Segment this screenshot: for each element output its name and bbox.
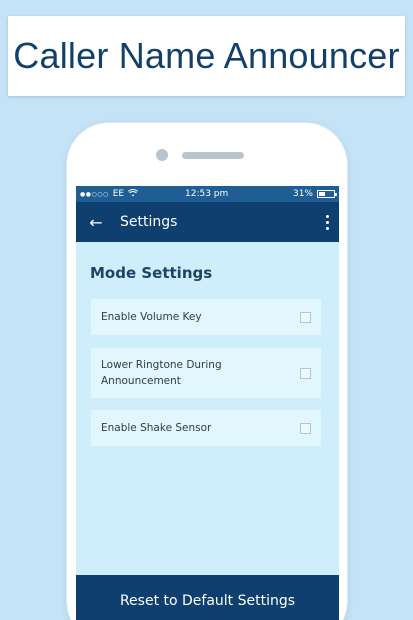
lower-ringtone-checkbox[interactable] — [300, 367, 311, 379]
setting-label: Enable Shake Sensor — [101, 422, 212, 434]
section-title: Mode Settings — [90, 264, 213, 282]
signal-icon: ●●○○○ — [80, 190, 109, 198]
setting-lower-ringtone[interactable]: Lower Ringtone During Announcement — [90, 347, 322, 399]
status-time: 12:53 pm — [185, 189, 229, 199]
setting-enable-shake-sensor[interactable]: Enable Shake Sensor — [90, 409, 322, 447]
status-bar: ●●○○○ EE 12:53 pm 31% — [76, 186, 339, 202]
battery-percent: 31% — [292, 189, 313, 199]
reset-defaults-button[interactable]: Reset to Default Settings — [76, 575, 339, 620]
camera-icon — [156, 149, 168, 161]
carrier-name: EE — [112, 189, 125, 199]
speaker-grille — [182, 152, 244, 159]
setting-enable-volume-key[interactable]: Enable Volume Key — [90, 298, 322, 336]
banner: Caller Name Announcer — [8, 16, 405, 96]
app-bar: ← Settings — [76, 202, 339, 242]
battery-icon — [317, 190, 337, 198]
phone-screen: ●●○○○ EE 12:53 pm 31% ← Settings Mode Se… — [76, 186, 339, 620]
reset-button-label: Reset to Default Settings — [119, 593, 296, 609]
setting-label: Enable Volume Key — [101, 311, 202, 323]
banner-title: Caller Name Announcer — [13, 35, 400, 76]
phone-frame: ●●○○○ EE 12:53 pm 31% ← Settings Mode Se… — [67, 123, 347, 620]
more-vert-icon[interactable] — [315, 214, 339, 230]
page-title: Settings — [120, 214, 178, 230]
shake-sensor-checkbox[interactable] — [300, 422, 311, 434]
volume-key-checkbox[interactable] — [300, 311, 311, 323]
wifi-icon — [128, 188, 139, 200]
setting-label: Lower Ringtone During Announcement — [101, 359, 222, 387]
back-arrow-icon[interactable]: ← — [82, 213, 110, 232]
